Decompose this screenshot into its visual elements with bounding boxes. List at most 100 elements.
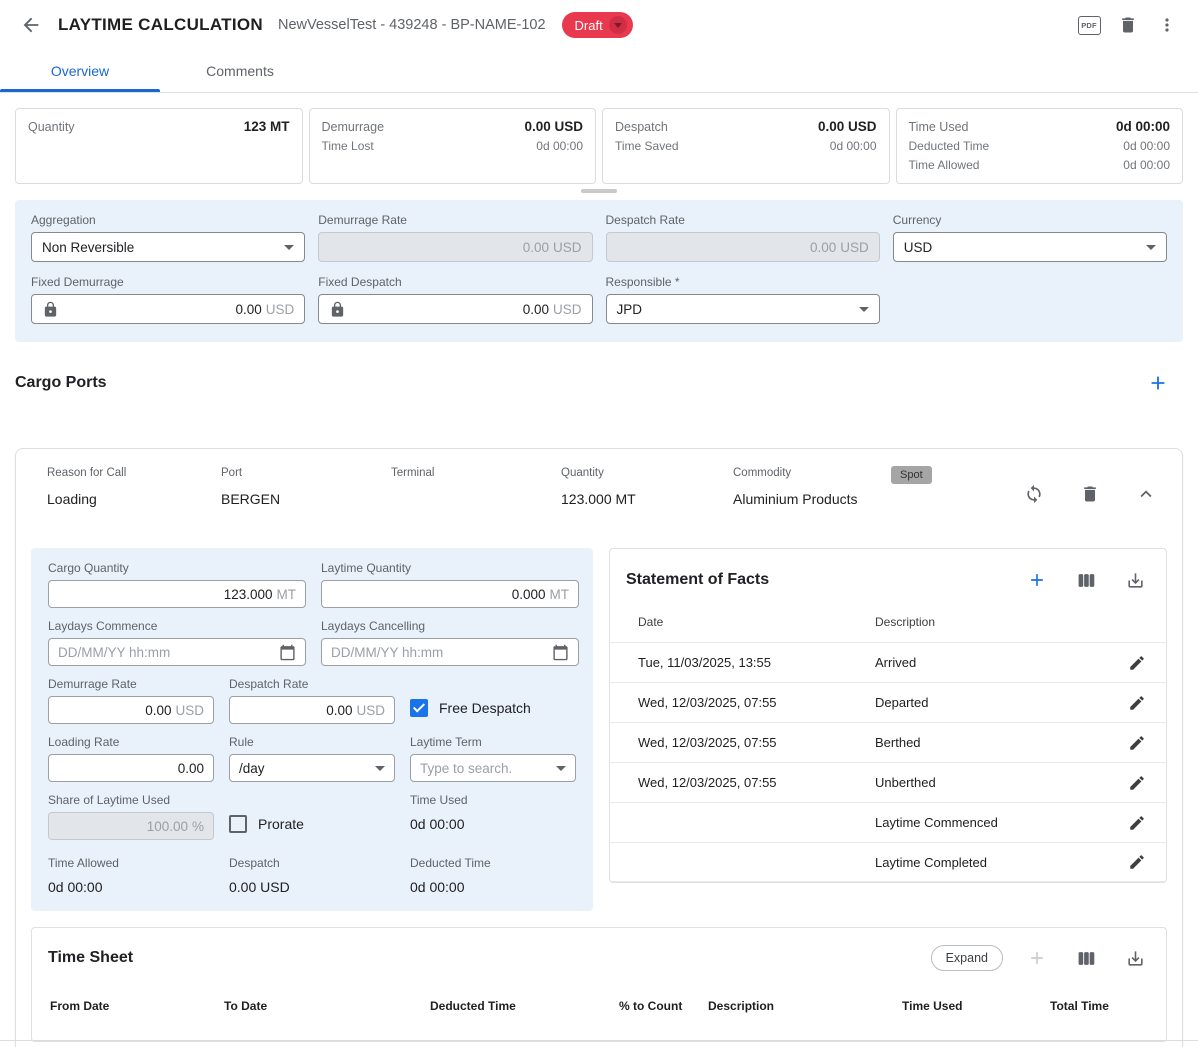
despatch-stat: Despatch 0.00 USD bbox=[229, 856, 395, 895]
port-despatch-rate-label: Despatch Rate bbox=[229, 677, 395, 691]
fact-description: Laytime Commenced bbox=[875, 815, 1122, 830]
commodity-label: Commodity bbox=[733, 467, 891, 479]
port-demurrage-rate-label: Demurrage Rate bbox=[48, 677, 214, 691]
despatch-rate-value: 0.00 bbox=[810, 240, 836, 255]
download-button[interactable] bbox=[1120, 943, 1150, 973]
fact-row: Wed, 12/03/2025, 07:55 Unberthed bbox=[610, 762, 1166, 802]
fact-description: Berthed bbox=[875, 735, 1122, 750]
columns-button[interactable] bbox=[1071, 943, 1101, 973]
cargo-quantity-unit: MT bbox=[277, 587, 297, 602]
reason-for-call-column: Reason for Call Loading bbox=[47, 467, 221, 508]
expand-button[interactable]: Expand bbox=[931, 945, 1003, 971]
more-options-button[interactable] bbox=[1152, 10, 1182, 40]
fixed-demurrage-input[interactable]: 0.00 USD bbox=[31, 294, 305, 324]
free-despatch-checkbox[interactable]: Free Despatch bbox=[410, 699, 531, 717]
laydays-commence-input[interactable]: DD/MM/YY hh:mm bbox=[48, 638, 306, 666]
status-badge[interactable]: Draft bbox=[562, 12, 633, 38]
delete-port-button[interactable] bbox=[1075, 479, 1105, 509]
laytime-quantity-label: Laytime Quantity bbox=[321, 561, 579, 575]
share-of-laytime-label: Share of Laytime Used bbox=[48, 793, 214, 807]
port-quantity-value: 123.000 MT bbox=[561, 491, 733, 508]
laytime-term-select[interactable]: Type to search. bbox=[410, 754, 576, 782]
rule-select[interactable]: /day bbox=[229, 754, 395, 782]
time-allowed-stat-value: 0d 00:00 bbox=[48, 879, 214, 895]
responsible-select[interactable]: JPD bbox=[606, 294, 880, 324]
quantity-card-value: 123 MT bbox=[244, 117, 290, 136]
columns-icon bbox=[1077, 949, 1096, 968]
tab-comments[interactable]: Comments bbox=[160, 50, 320, 92]
loading-rate-field: Loading Rate 0.00 bbox=[48, 735, 214, 782]
loading-rate-label: Loading Rate bbox=[48, 735, 214, 749]
download-button[interactable] bbox=[1120, 565, 1150, 595]
pencil-icon bbox=[1128, 853, 1146, 871]
time-saved-value: 0d 00:00 bbox=[830, 137, 877, 156]
collapse-port-button[interactable] bbox=[1131, 479, 1161, 509]
responsible-field: Responsible * JPD bbox=[606, 275, 880, 324]
edit-fact-button[interactable] bbox=[1122, 808, 1152, 838]
edit-fact-button[interactable] bbox=[1122, 648, 1152, 678]
back-button[interactable] bbox=[16, 10, 46, 40]
plus-icon bbox=[1147, 372, 1169, 394]
lock-icon bbox=[329, 301, 346, 318]
column-header-pct-to-count: % to Count bbox=[619, 999, 708, 1013]
columns-button[interactable] bbox=[1071, 565, 1101, 595]
aggregation-value: Non Reversible bbox=[42, 240, 134, 255]
aggregation-select[interactable]: Non Reversible bbox=[31, 232, 305, 262]
fixed-despatch-unit: USD bbox=[553, 302, 582, 317]
laytime-quantity-field: Laytime Quantity 0.000 MT bbox=[321, 561, 579, 608]
panel-resize-handle[interactable] bbox=[581, 189, 617, 193]
port-demurrage-rate-field: Demurrage Rate 0.00 USD bbox=[48, 677, 214, 724]
prorate-checkbox[interactable]: Prorate bbox=[229, 815, 395, 833]
calendar-icon[interactable] bbox=[279, 644, 296, 661]
chevron-down-icon bbox=[1146, 245, 1156, 250]
laydays-commence-field: Laydays Commence DD/MM/YY hh:mm bbox=[48, 619, 306, 666]
edit-fact-button[interactable] bbox=[1122, 728, 1152, 758]
loading-rate-input[interactable]: 0.00 bbox=[48, 754, 214, 782]
calendar-icon[interactable] bbox=[552, 644, 569, 661]
time-used-card-label: Time Used bbox=[909, 118, 969, 137]
fixed-despatch-input[interactable]: 0.00 USD bbox=[318, 294, 592, 324]
edit-fact-button[interactable] bbox=[1122, 768, 1152, 798]
despatch-rate-field: Despatch Rate 0.00 USD bbox=[606, 213, 880, 262]
port-despatch-rate-input[interactable]: 0.00 USD bbox=[229, 696, 395, 724]
pdf-icon: PDF bbox=[1078, 16, 1101, 35]
responsible-value: JPD bbox=[617, 302, 643, 317]
tab-overview[interactable]: Overview bbox=[0, 50, 160, 92]
time-used-stat-value: 0d 00:00 bbox=[410, 816, 576, 832]
app-header-actions: PDF bbox=[1074, 10, 1182, 40]
cargo-quantity-input[interactable]: 123.000 MT bbox=[48, 580, 306, 608]
pdf-export-button[interactable]: PDF bbox=[1074, 10, 1104, 40]
recalculate-button[interactable] bbox=[1019, 479, 1049, 509]
laytime-quantity-input[interactable]: 0.000 MT bbox=[321, 580, 579, 608]
delete-button[interactable] bbox=[1113, 10, 1143, 40]
rule-value: /day bbox=[239, 761, 265, 776]
port-demurrage-rate-value: 0.00 bbox=[145, 703, 171, 718]
checkbox-unchecked-icon bbox=[229, 815, 247, 833]
time-allowed-stat-label: Time Allowed bbox=[48, 856, 214, 870]
deducted-time-label: Deducted Time bbox=[909, 137, 990, 156]
add-port-button[interactable] bbox=[1143, 368, 1173, 398]
app-header: LAYTIME CALCULATION NewVesselTest - 4392… bbox=[0, 0, 1198, 93]
demurrage-card-value: 0.00 USD bbox=[524, 117, 583, 136]
fixed-despatch-field: Fixed Despatch 0.00 USD bbox=[318, 275, 592, 324]
add-timesheet-row-button bbox=[1022, 943, 1052, 973]
port-actions bbox=[1019, 479, 1161, 509]
quantity-summary-card: Quantity 123 MT bbox=[15, 108, 303, 184]
share-of-laytime-input: 100.00 % bbox=[48, 812, 214, 840]
aggregation-field: Aggregation Non Reversible bbox=[31, 213, 305, 262]
port-details-panel: Cargo Quantity 123.000 MT Laytime Quanti… bbox=[31, 548, 593, 911]
port-demurrage-rate-input[interactable]: 0.00 USD bbox=[48, 696, 214, 724]
laydays-cancelling-input[interactable]: DD/MM/YY hh:mm bbox=[321, 638, 579, 666]
page-subtitle: NewVesselTest - 439248 - BP-NAME-102 bbox=[278, 17, 546, 33]
edit-fact-button[interactable] bbox=[1122, 688, 1152, 718]
currency-select[interactable]: USD bbox=[893, 232, 1167, 262]
despatch-card-label: Despatch bbox=[615, 118, 668, 137]
laydays-commence-label: Laydays Commence bbox=[48, 619, 306, 633]
download-icon bbox=[1126, 571, 1145, 590]
free-despatch-label: Free Despatch bbox=[439, 700, 531, 716]
column-header-date: Date bbox=[638, 615, 875, 629]
terminal-value bbox=[391, 491, 561, 508]
add-fact-button[interactable] bbox=[1022, 565, 1052, 595]
aggregation-label: Aggregation bbox=[31, 213, 305, 227]
edit-fact-button[interactable] bbox=[1122, 847, 1152, 877]
